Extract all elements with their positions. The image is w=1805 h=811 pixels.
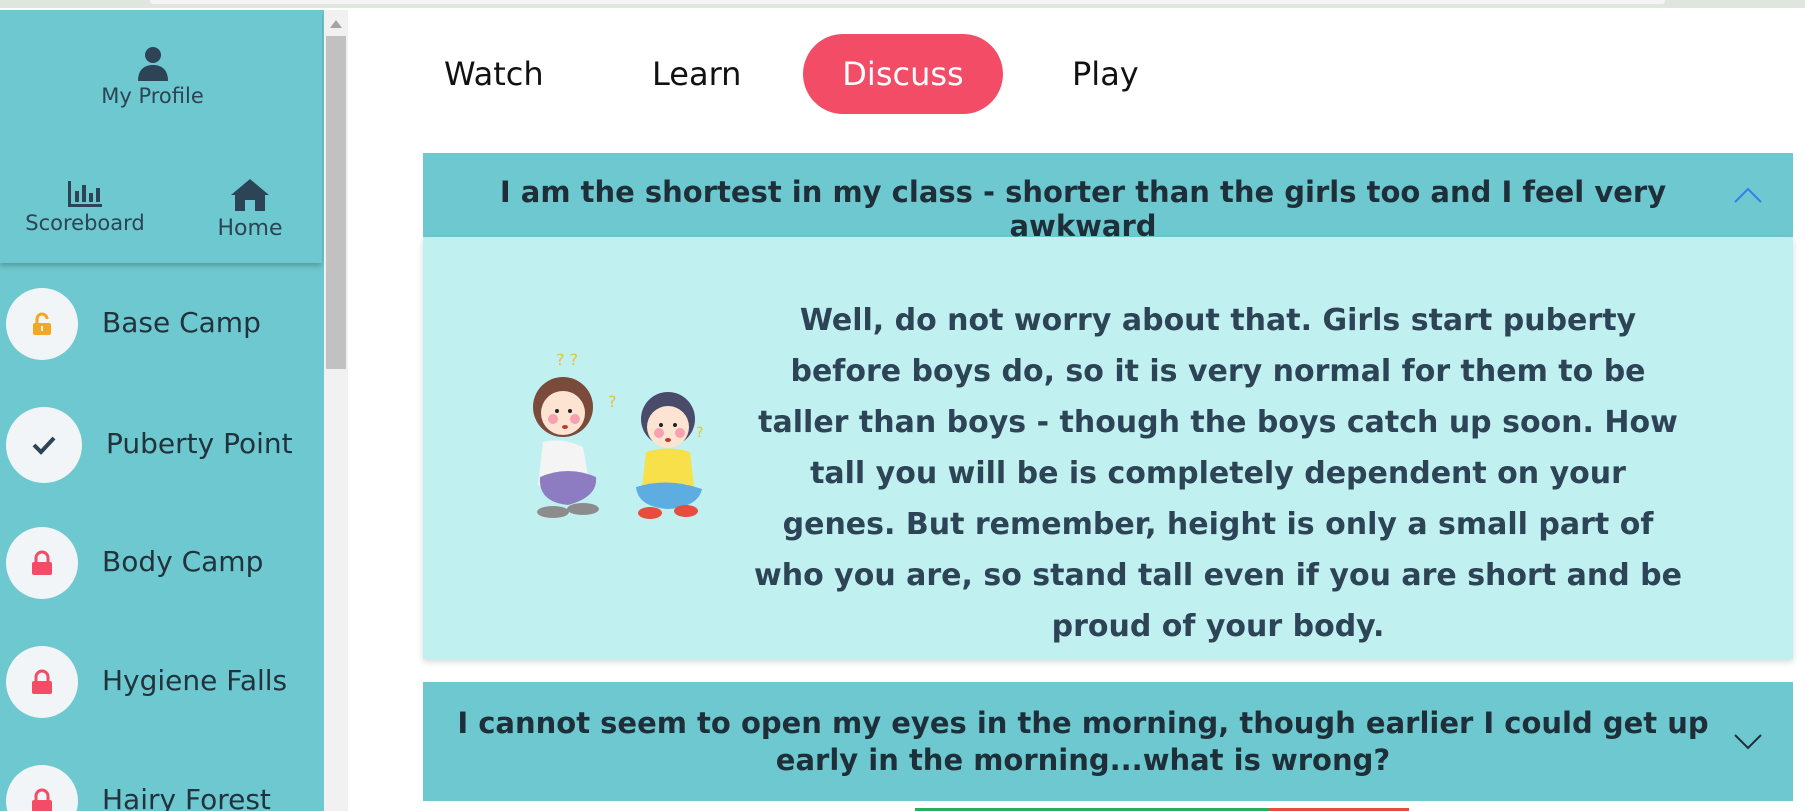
level-status-circle: [6, 288, 78, 360]
my-profile-label: My Profile: [101, 84, 204, 108]
faq-answer-text: Well, do not worry about that. Girls sta…: [754, 303, 1682, 644]
tab-watch[interactable]: Watch: [444, 34, 544, 114]
tab-play[interactable]: Play: [1072, 34, 1139, 114]
faq-question-header[interactable]: I cannot seem to open my eyes in the mor…: [423, 682, 1793, 801]
check-icon: [32, 436, 56, 455]
level-label: Puberty Point: [106, 427, 293, 460]
level-label: Hairy Forest: [102, 783, 271, 811]
chevron-up-icon[interactable]: [1733, 185, 1763, 205]
lock-icon: [32, 550, 52, 575]
faq-question-text: I am the shortest in my class - shorter …: [499, 175, 1667, 243]
level-hygiene-falls[interactable]: Hygiene Falls: [6, 646, 306, 718]
scoreboard-link[interactable]: Scoreboard: [10, 181, 160, 235]
sidebar-scrollbar[interactable]: [324, 10, 348, 811]
level-status-circle: [6, 765, 78, 811]
chevron-down-icon[interactable]: [1733, 732, 1763, 752]
tab-learn[interactable]: Learn: [652, 34, 741, 114]
home-label: Home: [217, 216, 283, 241]
level-label: Base Camp: [102, 306, 261, 339]
user-icon: [137, 47, 168, 81]
home-link[interactable]: Home: [195, 178, 305, 241]
level-hairy-forest[interactable]: Hairy Forest: [6, 765, 306, 811]
lock-icon: [32, 788, 52, 811]
level-base-camp[interactable]: Base Camp: [6, 288, 306, 360]
svg-text:? ?: ? ?: [556, 350, 578, 369]
svg-text:?: ?: [608, 392, 617, 411]
faq-question-header[interactable]: I am the shortest in my class - shorter …: [423, 153, 1793, 243]
sidebar-header: My Profile Scoreboard Home: [0, 10, 322, 263]
my-profile-link[interactable]: My Profile: [80, 46, 225, 108]
level-puberty-point[interactable]: Puberty Point: [6, 407, 306, 483]
svg-text:?: ?: [696, 425, 703, 441]
level-status-circle: [6, 527, 78, 599]
scroll-up-arrow-icon[interactable]: [330, 20, 342, 28]
sidebar: My Profile Scoreboard Home Base Camp Pub…: [0, 10, 324, 811]
unlock-icon: [33, 312, 51, 335]
level-status-circle: [6, 407, 82, 483]
home-icon: [231, 179, 269, 211]
bar-chart-icon: [68, 181, 102, 207]
tab-discuss[interactable]: Discuss: [803, 34, 1003, 114]
scrollbar-thumb[interactable]: [326, 36, 346, 369]
scoreboard-label: Scoreboard: [25, 211, 145, 235]
level-label: Body Camp: [102, 545, 264, 578]
kids-illustration: ? ? ? ?: [533, 350, 703, 519]
level-body-camp[interactable]: Body Camp: [6, 527, 306, 599]
lock-icon: [32, 669, 52, 694]
level-status-circle: [6, 646, 78, 718]
faq-question-text: I cannot seem to open my eyes in the mor…: [457, 706, 1709, 777]
faq-answer-panel: ? ? ? ? Well, do not worry about that. G…: [423, 237, 1793, 659]
level-label: Hygiene Falls: [102, 664, 288, 697]
browser-top-strip: [0, 0, 1805, 8]
